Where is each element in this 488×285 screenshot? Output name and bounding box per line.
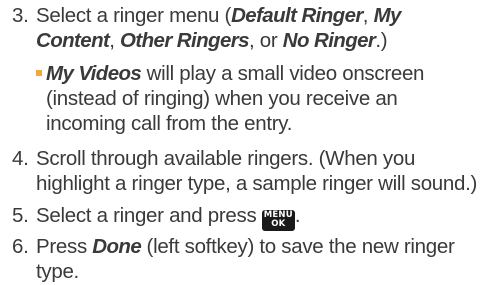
step-5: 5. Select a ringer and press MENU OK. [12, 203, 482, 231]
key-label-bottom: OK [271, 219, 286, 229]
term-my-videos: My Videos [46, 62, 142, 85]
separator: , or [248, 29, 283, 52]
step-3: 3. Select a ringer menu (Default Ringer,… [12, 3, 482, 53]
step-number: 6. [12, 235, 29, 258]
term-default-ringer: Default Ringer [231, 4, 363, 27]
step-6: 6. Press Done (left softkey) to save the… [12, 234, 482, 284]
term-done: Done [92, 235, 142, 258]
step-text: Select a ringer menu (Default Ringer, My… [36, 3, 482, 53]
step-text-segment: Select a ringer menu ( [36, 4, 232, 27]
step-number: 3. [12, 4, 29, 27]
term-no-ringer: No Ringer [282, 29, 376, 52]
term-other-ringers: Other Ringers [120, 29, 250, 52]
menu-ok-key-icon: MENU OK [261, 210, 295, 231]
separator: , [109, 29, 121, 52]
bullet-item-my-videos: My Videos will play a small video onscre… [36, 61, 476, 136]
instruction-document: 3. Select a ringer menu (Default Ringer,… [0, 0, 488, 285]
step-text-segment: Press [36, 235, 93, 258]
separator: , [362, 4, 374, 27]
step-text-segment: .) [375, 29, 388, 52]
step-number: 5. [12, 204, 29, 227]
bullet-text: My Videos will play a small video onscre… [46, 61, 476, 136]
step-text: Scroll through available ringers. (When … [36, 147, 478, 195]
step-text-segment: Select a ringer and press [36, 204, 262, 227]
step-number: 4. [12, 147, 29, 170]
step-text-segment: . [294, 204, 301, 227]
bullet-square-icon [36, 70, 42, 76]
step-text: Press Done (left softkey) to save the ne… [36, 234, 482, 284]
step-4: 4. Scroll through available ringers. (Wh… [12, 146, 482, 196]
step-text: Select a ringer and press MENU OK. [36, 203, 482, 231]
